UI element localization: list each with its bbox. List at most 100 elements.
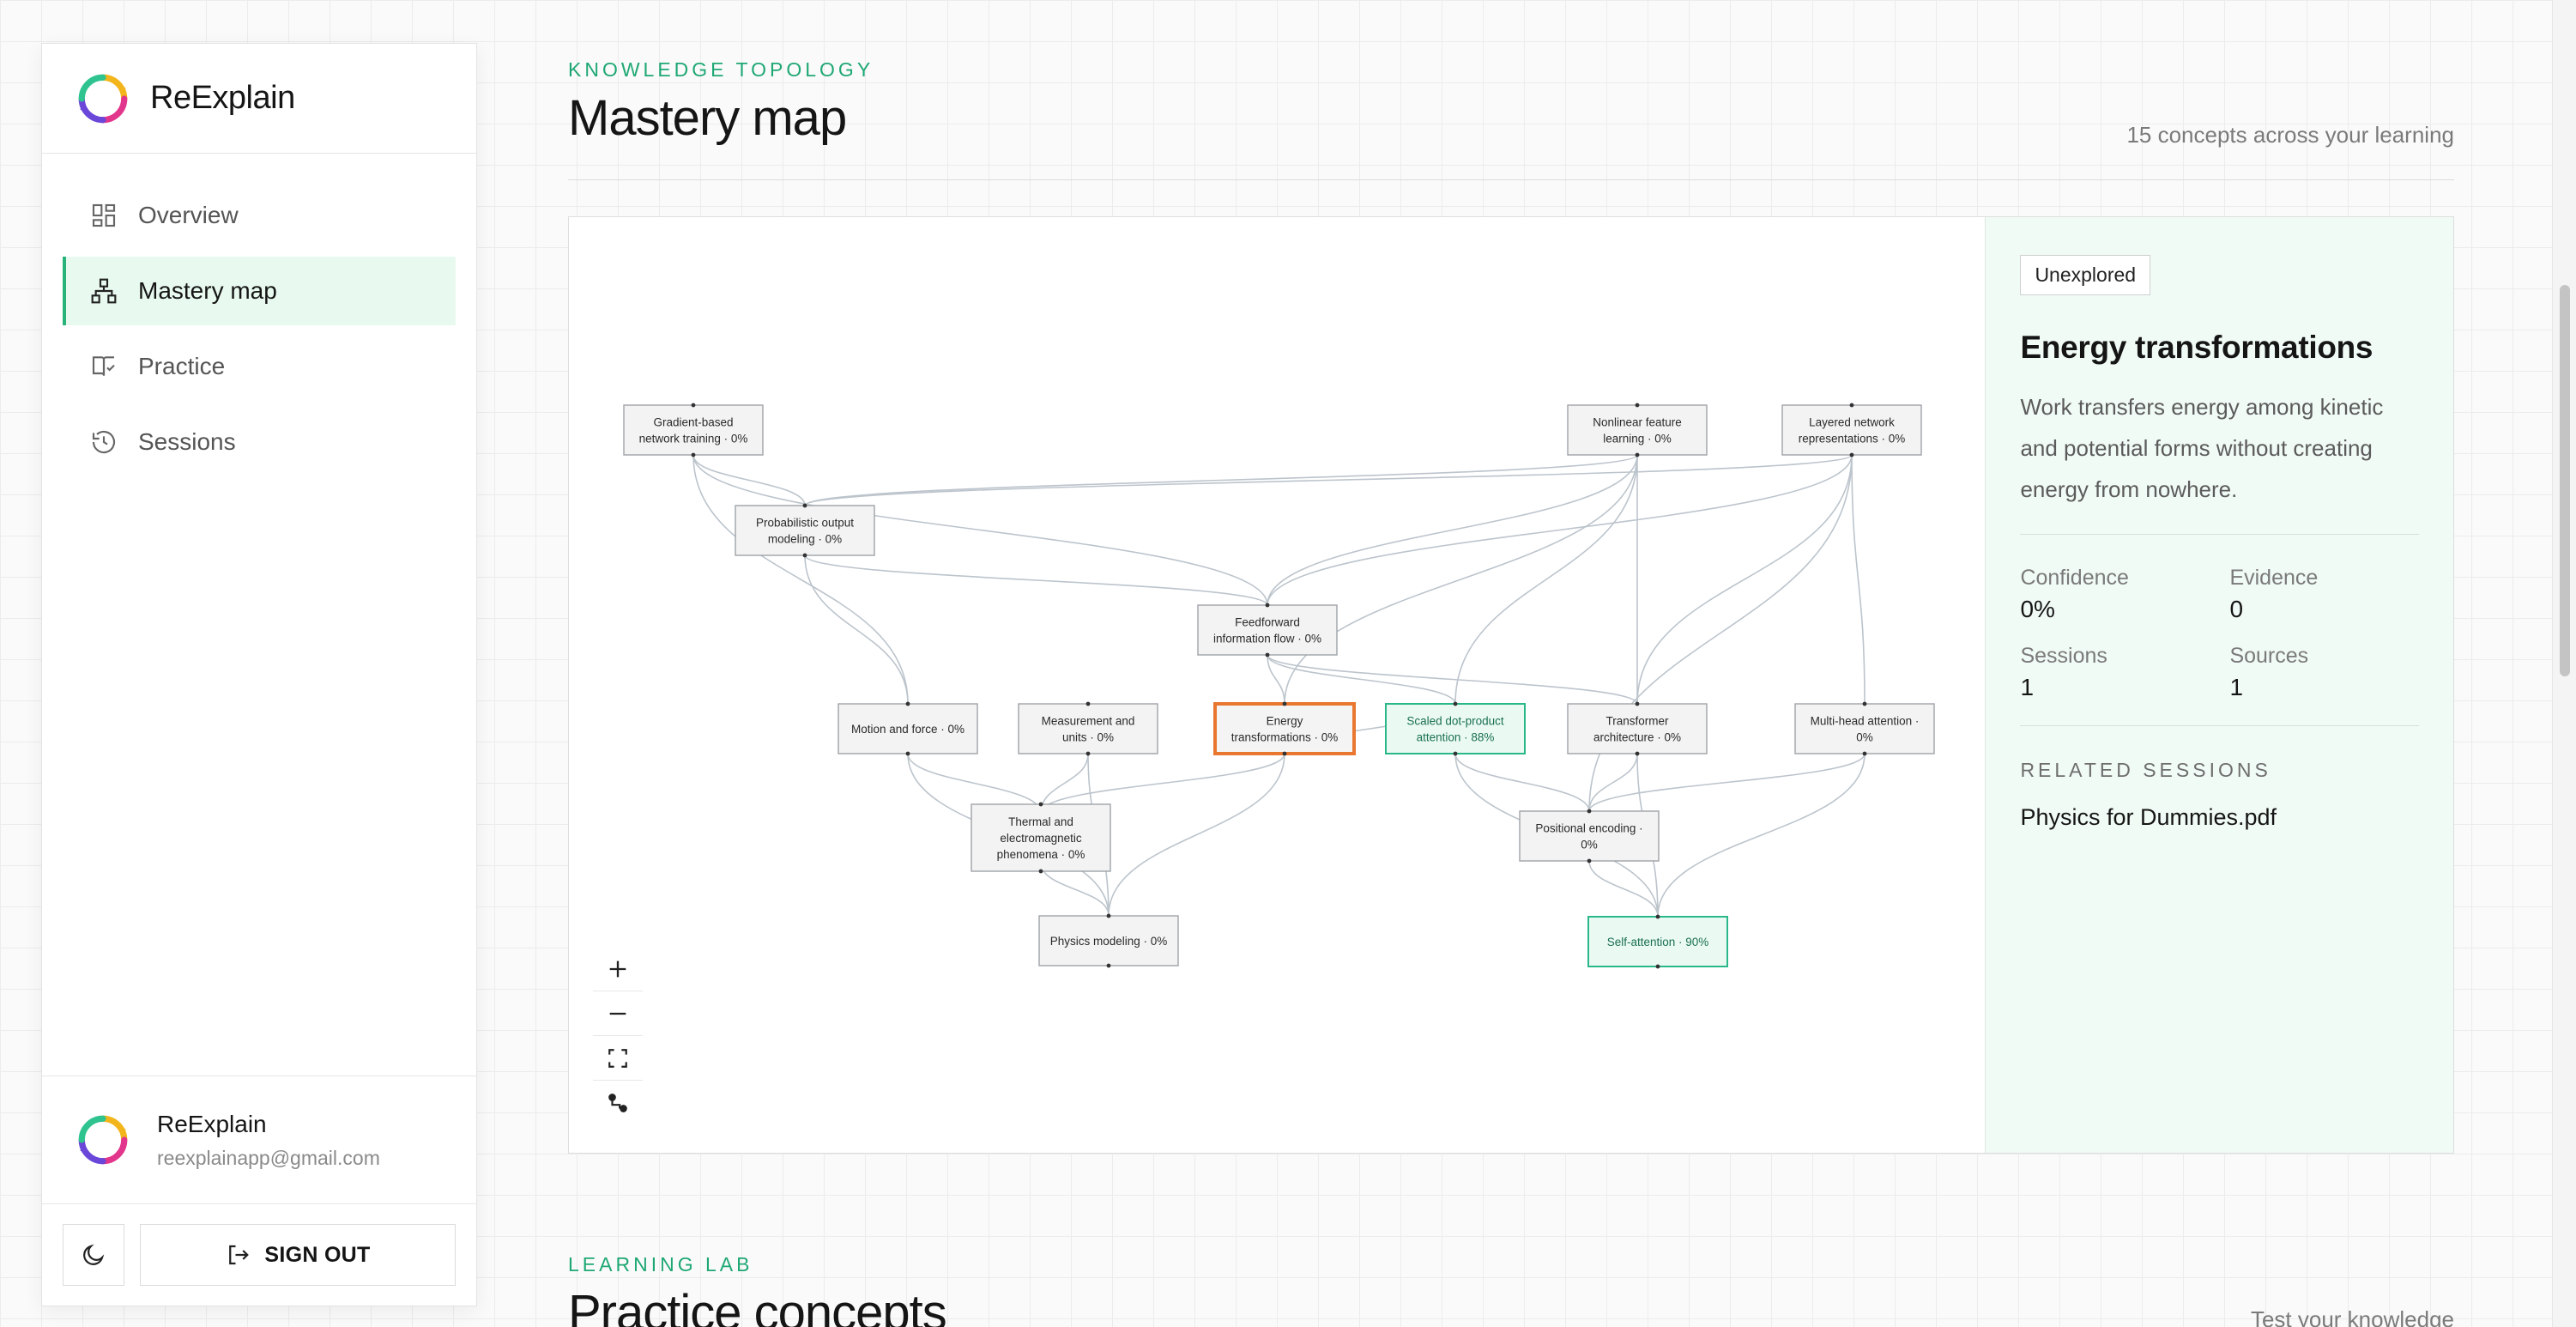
brand[interactable]: ReExplain bbox=[42, 44, 476, 154]
node-handle[interactable] bbox=[905, 701, 910, 706]
graph-node-lnr[interactable]: Layered network representations · 0% bbox=[1781, 403, 1922, 457]
graph-node-sdpa[interactable]: Scaled dot-product attention · 88% bbox=[1385, 701, 1526, 756]
brand-name: ReExplain bbox=[150, 80, 295, 116]
grid-icon bbox=[92, 203, 116, 227]
sign-out-button[interactable]: SIGN OUT bbox=[140, 1224, 456, 1286]
section-kicker: KNOWLEDGE TOPOLOGY bbox=[568, 58, 874, 81]
node-handle[interactable] bbox=[1587, 858, 1592, 863]
node-label: Thermal and bbox=[1008, 815, 1073, 828]
stat-label: Sessions bbox=[2020, 644, 2107, 668]
sidebar-item-mastery-map[interactable]: Mastery map bbox=[63, 257, 456, 325]
sidebar: ReExplain Overview Mastery map Practice bbox=[41, 43, 477, 1306]
node-handle[interactable] bbox=[1635, 751, 1640, 756]
knowledge-graph[interactable]: Gradient-based network training · 0% Nonli… bbox=[569, 217, 1986, 1153]
node-handle[interactable] bbox=[802, 503, 807, 508]
node-handle[interactable] bbox=[1282, 751, 1287, 756]
concept-stats: Confidence 0% Evidence 0 Sessions 1 Sour… bbox=[2020, 566, 2419, 701]
graph-node-tep[interactable]: Thermal and electromagnetic phenomena · 0% bbox=[971, 802, 1111, 874]
graph-node-pm[interactable]: Physics modeling · 0% bbox=[1038, 913, 1179, 968]
stat-value: 1 bbox=[2020, 674, 2035, 700]
node-label: representations · 0% bbox=[1799, 433, 1906, 445]
node-handle[interactable] bbox=[1453, 701, 1458, 706]
node-handle[interactable] bbox=[691, 452, 696, 457]
node-handle[interactable] bbox=[1453, 751, 1458, 756]
node-box bbox=[1567, 703, 1708, 754]
node-handle[interactable] bbox=[1655, 914, 1660, 919]
log-out-icon bbox=[229, 1245, 250, 1265]
node-handle[interactable] bbox=[1282, 701, 1287, 706]
sidebar-item-label: Practice bbox=[138, 353, 226, 379]
user-text: ReExplain reexplainapp@gmail.com bbox=[157, 1111, 380, 1170]
sign-out-label: SIGN OUT bbox=[264, 1242, 371, 1267]
node-box bbox=[1213, 702, 1356, 755]
graph-node-ta[interactable]: Transformer architecture · 0% bbox=[1567, 701, 1708, 756]
node-box bbox=[1794, 703, 1935, 754]
node-handle[interactable] bbox=[1862, 751, 1867, 756]
node-handle[interactable] bbox=[1085, 751, 1091, 756]
user-profile[interactable]: ReExplain reexplainapp@gmail.com bbox=[42, 1076, 476, 1204]
fit-view-button[interactable] bbox=[593, 1036, 643, 1081]
node-handle[interactable] bbox=[905, 751, 910, 756]
node-label: Multi-head attention · bbox=[1811, 715, 1920, 728]
graph-edge bbox=[1267, 654, 1638, 705]
node-handle[interactable] bbox=[1862, 701, 1867, 706]
node-handle[interactable] bbox=[1038, 802, 1043, 807]
related-session-link[interactable]: Physics for Dummies.pdf bbox=[2020, 804, 2419, 831]
node-handle[interactable] bbox=[1849, 452, 1854, 457]
node-handle[interactable] bbox=[1635, 452, 1640, 457]
zoom-in-button[interactable] bbox=[593, 947, 643, 991]
page-scrollbar[interactable] bbox=[2552, 0, 2576, 1327]
graph-node-fif[interactable]: Feedforward information flow · 0% bbox=[1197, 603, 1338, 657]
node-label: Self-attention · 90% bbox=[1607, 936, 1709, 948]
node-label: Measurement and bbox=[1042, 715, 1135, 728]
detail-divider bbox=[2020, 534, 2419, 535]
graph-node-mf[interactable]: Motion and force · 0% bbox=[838, 701, 978, 756]
stat-label: Sources bbox=[2229, 644, 2309, 668]
graph-node-mha[interactable]: Multi-head attention · 0% bbox=[1794, 701, 1935, 756]
graph-edge bbox=[692, 454, 806, 506]
layout-button[interactable] bbox=[593, 1081, 643, 1125]
scrollbar-thumb[interactable] bbox=[2560, 285, 2570, 676]
graph-node-nfl[interactable]: Nonlinear feature learning · 0% bbox=[1567, 403, 1708, 457]
node-label: Motion and force · 0% bbox=[851, 723, 964, 736]
node-box bbox=[1781, 404, 1922, 456]
stat-sessions: Sessions 1 bbox=[2020, 644, 2229, 701]
sidebar-nav: Overview Mastery map Practice Sessions bbox=[42, 154, 476, 476]
graph-node-sa[interactable]: Self-attention · 90% bbox=[1587, 914, 1728, 969]
node-handle[interactable] bbox=[1106, 913, 1111, 918]
node-handle[interactable] bbox=[802, 553, 807, 558]
sidebar-item-practice[interactable]: Practice bbox=[63, 332, 456, 401]
node-label: Probabilistic output bbox=[756, 517, 854, 530]
node-handle[interactable] bbox=[1085, 701, 1091, 706]
sidebar-item-label: Sessions bbox=[138, 428, 236, 455]
concept-description: Work transfers energy among kinetic and … bbox=[2020, 394, 2384, 502]
zoom-out-button[interactable] bbox=[593, 991, 643, 1036]
node-handle[interactable] bbox=[1635, 701, 1640, 706]
node-label: attention · 88% bbox=[1417, 731, 1495, 744]
node-handle[interactable] bbox=[1265, 652, 1270, 657]
node-handle[interactable] bbox=[1106, 963, 1111, 968]
graph-node-gbnt[interactable]: Gradient-based network training · 0% bbox=[623, 403, 764, 457]
node-handle[interactable] bbox=[1655, 964, 1660, 969]
node-handle[interactable] bbox=[691, 403, 696, 408]
sidebar-item-sessions[interactable]: Sessions bbox=[63, 408, 456, 476]
node-handle[interactable] bbox=[1038, 869, 1043, 874]
page-title: Mastery map bbox=[568, 90, 847, 146]
theme-toggle-button[interactable] bbox=[63, 1224, 124, 1286]
graph-node-pom[interactable]: Probabilistic output modeling · 0% bbox=[735, 503, 875, 558]
node-label: information flow · 0% bbox=[1213, 633, 1321, 645]
node-handle[interactable] bbox=[1265, 603, 1270, 608]
node-handle[interactable] bbox=[1587, 809, 1592, 814]
graph-node-mu[interactable]: Measurement and units · 0% bbox=[1018, 701, 1158, 756]
graph-canvas[interactable]: Gradient-based network training · 0% Nonli… bbox=[569, 217, 1985, 1153]
node-handle[interactable] bbox=[1849, 403, 1854, 408]
graph-node-et[interactable]: Energy transformations · 0% bbox=[1213, 701, 1356, 756]
stat-value: 0 bbox=[2229, 596, 2244, 622]
nodes-layer: Gradient-based network training · 0% Nonli… bbox=[623, 403, 1935, 969]
sidebar-item-overview[interactable]: Overview bbox=[63, 181, 456, 250]
node-handle[interactable] bbox=[1635, 403, 1640, 408]
graph-edge bbox=[1588, 860, 1659, 918]
graph-edge bbox=[692, 454, 909, 705]
node-label: Feedforward bbox=[1235, 616, 1300, 629]
graph-node-pe[interactable]: Positional encoding · 0% bbox=[1519, 809, 1660, 863]
